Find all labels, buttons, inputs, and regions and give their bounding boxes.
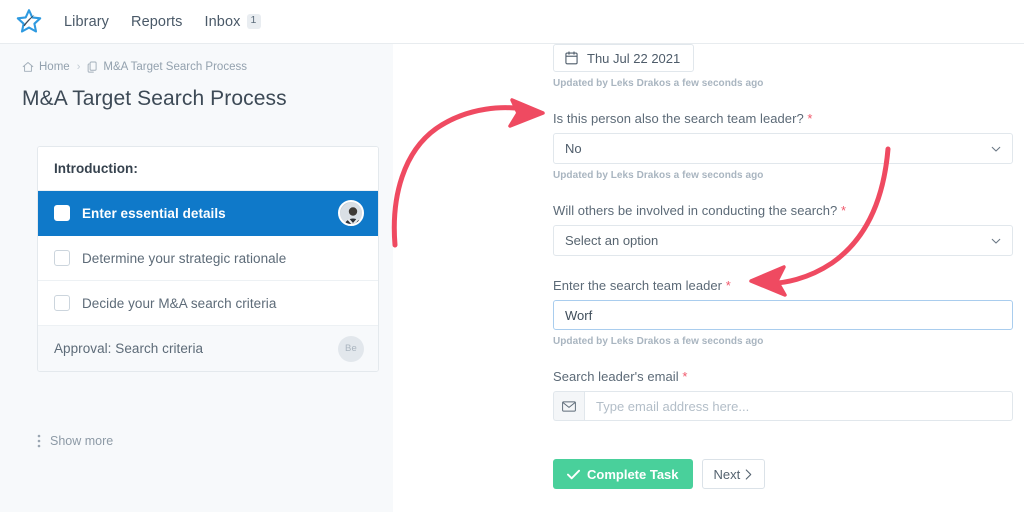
breadcrumb-home[interactable]: Home	[22, 61, 70, 73]
select-others-involved[interactable]: Select an option	[553, 225, 1013, 256]
calendar-icon	[565, 51, 578, 65]
show-more-button[interactable]: Show more	[37, 434, 113, 448]
complete-task-label: Complete Task	[587, 466, 679, 482]
field-label: Will others be involved in conducting th…	[553, 203, 1013, 218]
task-row-decide-search-criteria[interactable]: 4 Decide your M&A search criteria	[38, 281, 378, 326]
required-marker: *	[682, 369, 688, 384]
app-root: Library Reports Inbox 1 Home › M&A Targe…	[0, 0, 1024, 512]
avatar[interactable]: Be	[338, 335, 364, 362]
left-pane: Home › M&A Target Search Process M&A Tar…	[0, 44, 393, 512]
task-row-introduction[interactable]: 1 Introduction:	[38, 147, 378, 191]
input-value: Worf	[565, 307, 593, 323]
document-copy-icon	[88, 61, 97, 73]
chevron-right-icon	[745, 468, 752, 480]
task-list-card: 1 Introduction: 2 Enter essential detail…	[37, 146, 379, 372]
nav-link-inbox[interactable]: Inbox 1	[205, 14, 261, 30]
nav-link-library-label: Library	[64, 13, 110, 30]
task-row-determine-strategic-rationale[interactable]: 3 Determine your strategic rationale	[38, 236, 378, 281]
inbox-count-badge: 1	[246, 14, 261, 29]
task-row-approval-search-criteria[interactable]: Approval: Search criteria Be	[38, 326, 378, 371]
email-placeholder: Type email address here...	[596, 398, 750, 414]
next-label: Next	[713, 466, 741, 482]
select-search-team-leader-yesno[interactable]: No	[553, 133, 1013, 164]
required-marker: *	[840, 203, 847, 218]
select-value: Select an option	[565, 233, 659, 248]
star-logo-icon[interactable]	[12, 5, 46, 39]
task-row-enter-essential-details[interactable]: 2 Enter essential details	[38, 191, 378, 236]
page-title: M&A Target Search Process	[22, 87, 287, 110]
email-input[interactable]: Type email address here...	[584, 391, 1013, 421]
task-row-label: Determine your strategic rationale	[82, 250, 287, 266]
avatar[interactable]	[338, 200, 364, 226]
kebab-menu-icon	[37, 434, 41, 448]
complete-task-button[interactable]: Complete Task	[553, 459, 693, 489]
nav-link-reports-label: Reports	[131, 13, 183, 30]
show-more-label: Show more	[50, 434, 114, 448]
field-search-leader-email: Search leader's email * Type email addre…	[553, 369, 1013, 421]
chevron-down-icon	[991, 146, 1001, 152]
nav-link-inbox-label: Inbox	[204, 13, 241, 30]
field-label: Enter the search team leader *	[553, 278, 1013, 293]
date-field[interactable]: Thu Jul 22 2021	[553, 44, 695, 72]
date-value: Thu Jul 22 2021	[587, 50, 681, 66]
task-checkbox[interactable]	[54, 205, 70, 221]
nav-link-reports[interactable]: Reports	[131, 14, 182, 30]
task-form: Thu Jul 22 2021 Updated by Leks Drakos a…	[553, 44, 1013, 489]
field-updated-hint: Updated by Leks Drakos a few seconds ago	[553, 336, 764, 347]
task-checkbox[interactable]	[54, 295, 70, 311]
breadcrumb-separator: ›	[76, 61, 81, 73]
form-pane: Thu Jul 22 2021 Updated by Leks Drakos a…	[393, 44, 1024, 512]
next-button[interactable]: Next	[701, 459, 766, 489]
check-icon	[567, 469, 580, 479]
field-label: Search leader's email *	[553, 369, 1013, 384]
form-actions: Complete Task Next	[553, 459, 1013, 489]
task-row-label: Approval: Search criteria	[54, 341, 204, 356]
field-label-text: Enter the search team leader	[553, 278, 723, 293]
field-label-text: Is this person also the search team lead…	[553, 111, 804, 126]
date-updated-hint: Updated by Leks Drakos a few seconds ago	[553, 78, 764, 89]
envelope-icon	[553, 391, 584, 421]
nav-links: Library Reports Inbox 1	[64, 14, 261, 30]
field-search-team-leader-name: Enter the search team leader * Worf Upda…	[553, 278, 1013, 347]
email-input-group: Type email address here...	[553, 391, 1013, 421]
breadcrumb-home-label: Home	[39, 61, 70, 73]
top-navigation-bar: Library Reports Inbox 1	[0, 0, 1024, 44]
chevron-down-icon	[991, 238, 1001, 244]
required-marker: *	[725, 278, 731, 293]
field-others-involved: Will others be involved in conducting th…	[553, 203, 1013, 256]
nav-link-library[interactable]: Library	[64, 14, 109, 30]
select-value: No	[565, 141, 582, 156]
search-team-leader-input[interactable]: Worf	[553, 300, 1013, 330]
field-label-text: Will others be involved in conducting th…	[553, 203, 838, 218]
task-row-label: Introduction:	[54, 161, 138, 176]
field-label: Is this person also the search team lead…	[553, 111, 1013, 126]
breadcrumb: Home › M&A Target Search Process	[22, 61, 393, 73]
field-label-text: Search leader's email	[553, 369, 679, 384]
home-icon	[22, 62, 34, 72]
required-marker: *	[807, 111, 813, 126]
field-updated-hint: Updated by Leks Drakos a few seconds ago	[553, 170, 764, 181]
breadcrumb-current[interactable]: M&A Target Search Process	[87, 61, 247, 73]
task-row-label: Enter essential details	[82, 205, 226, 221]
breadcrumb-current-label: M&A Target Search Process	[103, 61, 247, 73]
field-search-team-leader-yesno: Is this person also the search team lead…	[553, 111, 1013, 181]
task-row-label: Decide your M&A search criteria	[82, 295, 277, 311]
task-checkbox[interactable]	[54, 250, 70, 266]
